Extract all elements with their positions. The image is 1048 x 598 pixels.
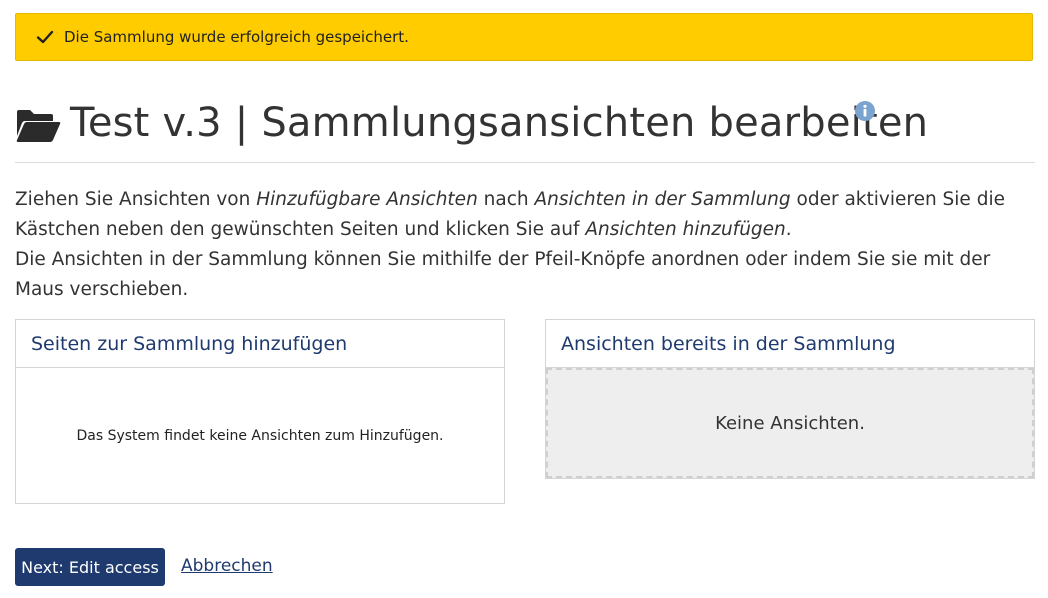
instructions-emphasis: Hinzufügbare Ansichten	[256, 189, 478, 210]
info-icon[interactable]	[854, 100, 876, 122]
next-edit-access-button[interactable]: Next: Edit access	[15, 548, 165, 586]
page-header: Test v.3 | Sammlungsansichten bearbeiten	[15, 96, 1035, 162]
instructions-text: .	[785, 219, 792, 240]
instructions-text: Die Ansichten in der Sammlung können Sie…	[15, 249, 991, 300]
alert-message: Die Sammlung wurde erfolgreich gespeiche…	[64, 28, 409, 46]
page-title: Test v.3 | Sammlungsansichten bearbeiten	[70, 100, 929, 146]
instructions-emphasis: Ansichten hinzufügen	[585, 219, 786, 240]
collection-empty-message: Keine Ansichten.	[715, 412, 865, 434]
instructions-text: nach	[477, 189, 535, 210]
success-alert: Die Sammlung wurde erfolgreich gespeiche…	[15, 13, 1033, 61]
add-pages-panel: Seiten zur Sammlung hinzufügen Das Syste…	[15, 319, 505, 504]
add-pages-heading: Seiten zur Sammlung hinzufügen	[16, 320, 504, 368]
instructions-emphasis: Ansichten in der Sammlung	[534, 189, 791, 210]
collection-views-panel: Ansichten bereits in der Sammlung Keine …	[545, 319, 1035, 479]
checkmark-icon	[36, 28, 54, 46]
collection-views-heading: Ansichten bereits in der Sammlung	[546, 320, 1034, 368]
add-pages-empty-message: Das System findet keine Ansichten zum Hi…	[76, 427, 444, 444]
instructions-text: Ziehen Sie Ansichten von	[15, 189, 257, 210]
collection-drop-zone[interactable]: Keine Ansichten.	[546, 368, 1034, 478]
title-divider	[15, 162, 1035, 163]
folder-open-icon	[15, 108, 61, 144]
instructions: Ziehen Sie Ansichten von Hinzufügbare An…	[15, 185, 1040, 305]
cancel-link[interactable]: Abbrechen	[181, 556, 273, 576]
